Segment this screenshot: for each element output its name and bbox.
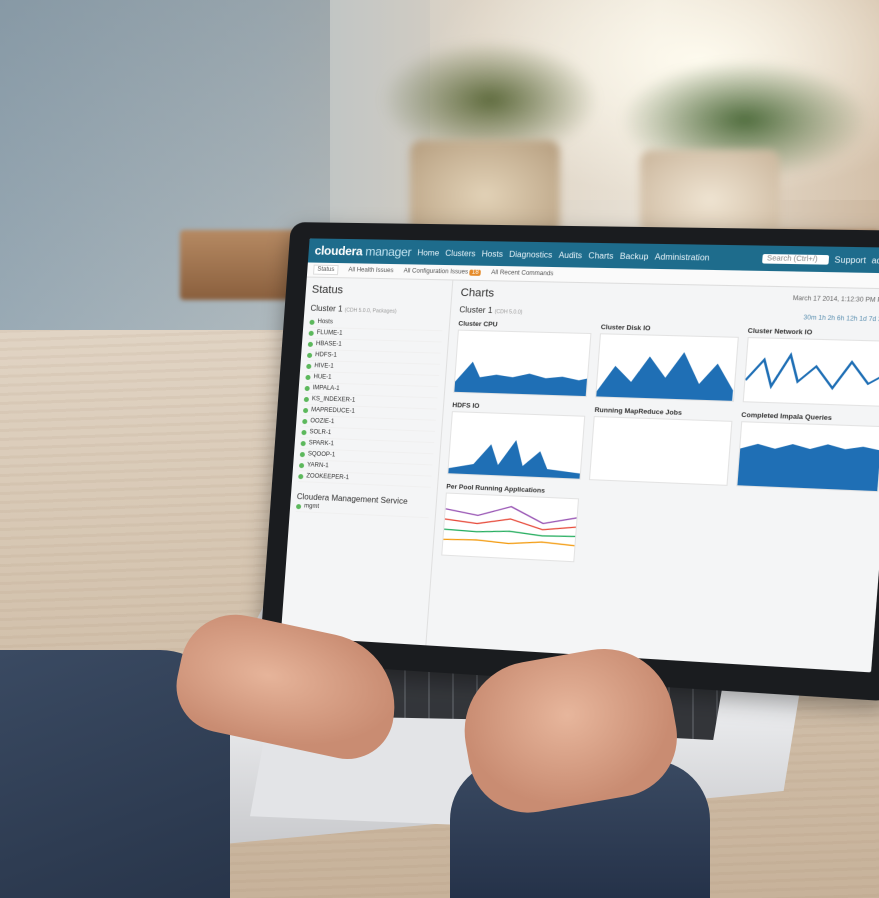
health-status-icon xyxy=(302,418,308,424)
service-name: HBASE-1 xyxy=(315,341,342,348)
chart-plot xyxy=(595,333,739,402)
chart-plot xyxy=(742,337,879,407)
service-name: OOZIE-1 xyxy=(310,418,335,426)
chart-card[interactable]: Cluster CPU xyxy=(453,320,592,398)
nav-audits[interactable]: Audits xyxy=(558,250,582,260)
laptop-screen: cloudera manager Home Clusters Hosts Dia… xyxy=(280,238,879,673)
nav-charts[interactable]: Charts xyxy=(588,251,614,261)
health-status-icon xyxy=(298,473,304,479)
photo-scene: cloudera manager Home Clusters Hosts Dia… xyxy=(0,0,879,898)
service-name: YARN-1 xyxy=(306,462,329,470)
chart-plot xyxy=(735,421,879,493)
user-menu[interactable]: admin xyxy=(871,255,879,265)
nav-diagnostics[interactable]: Diagnostics xyxy=(509,249,553,259)
service-name: HUE-1 xyxy=(313,374,332,381)
config-count-badge: 18 xyxy=(469,269,482,276)
chart-card[interactable]: Per Pool Running Applications xyxy=(441,483,579,563)
chart-plot xyxy=(441,492,579,563)
service-name: KS_INDEXER-1 xyxy=(311,396,356,404)
service-name: SQOOP-1 xyxy=(307,451,336,459)
health-status-icon xyxy=(308,330,314,336)
service-name: Hosts xyxy=(317,318,334,326)
health-status-icon xyxy=(299,451,306,457)
nav-right: Search (Ctrl+/) Support admin xyxy=(762,253,879,265)
health-status-icon xyxy=(303,396,310,402)
health-status-icon xyxy=(309,319,315,325)
chart-area xyxy=(454,361,589,397)
health-status-icon xyxy=(300,440,306,446)
chart-line xyxy=(745,354,879,390)
service-name: ZOOKEEPER-1 xyxy=(306,473,350,482)
chart-plot xyxy=(447,411,586,480)
chart-card[interactable]: Cluster Network IO xyxy=(742,328,879,407)
tab-config-issues[interactable]: All Configuration Issues 18 xyxy=(403,268,482,276)
chart-area xyxy=(737,441,879,492)
chart-line xyxy=(444,516,576,531)
service-list: Hosts FLUME-1 HBASE-1 HDFS-1 HIVE-1 HUE-1 IMPA… xyxy=(297,316,444,488)
charts-panel: Charts March 17 2014, 1:12:30 PM PDT 30m… xyxy=(426,280,879,672)
health-status-icon xyxy=(302,407,309,413)
chart-card[interactable]: Running MapReduce Jobs xyxy=(589,407,733,486)
tab-status[interactable]: Status xyxy=(312,264,339,276)
health-status-icon xyxy=(307,341,314,347)
nav-backup[interactable]: Backup xyxy=(620,251,649,261)
service-name: HDFS-1 xyxy=(314,352,337,359)
health-status-icon xyxy=(306,363,312,369)
laptop-lid: cloudera manager Home Clusters Hosts Dia… xyxy=(259,222,879,702)
chart-line xyxy=(443,537,575,546)
service-name: SOLR-1 xyxy=(309,429,332,437)
nav-hosts[interactable]: Hosts xyxy=(481,249,503,259)
health-status-icon xyxy=(306,352,313,358)
main-content: Status Cluster 1 (CDH 5.0.0, Packages) H… xyxy=(280,277,879,673)
status-panel: Status Cluster 1 (CDH 5.0.0, Packages) H… xyxy=(280,277,454,647)
cluster-name[interactable]: Cluster 1 (CDH 5.0.0, Packages) xyxy=(310,304,444,316)
health-status-icon xyxy=(305,374,311,380)
chart-grid: Cluster CPU Cluster Disk IO Cluster Networ… xyxy=(441,320,879,576)
brand-logo[interactable]: cloudera manager xyxy=(314,244,412,260)
tab-recent-commands[interactable]: All Recent Commands xyxy=(491,270,554,277)
chart-area xyxy=(596,349,737,401)
service-name: FLUME-1 xyxy=(316,330,343,337)
chart-plot xyxy=(453,329,592,398)
service-name: IMPALA-1 xyxy=(312,385,340,393)
service-name: HIVE-1 xyxy=(314,363,334,370)
chart-card[interactable]: HDFS IO xyxy=(447,402,586,480)
search-input[interactable]: Search (Ctrl+/) xyxy=(762,253,830,265)
chart-plot xyxy=(589,416,733,486)
health-status-icon xyxy=(298,462,305,468)
status-title: Status xyxy=(311,283,344,297)
chart-line xyxy=(444,528,576,537)
service-name: SPARK-1 xyxy=(308,440,335,448)
health-status-icon xyxy=(304,385,310,391)
nav-administration[interactable]: Administration xyxy=(654,252,709,262)
support-menu[interactable]: Support xyxy=(834,255,866,265)
chart-card[interactable]: Cluster Disk IO xyxy=(595,324,739,402)
service-name: MAPREDUCE-1 xyxy=(310,407,355,415)
chart-card[interactable]: Completed Impala Queries xyxy=(735,412,879,493)
chart-area xyxy=(448,437,583,479)
tab-health-issues[interactable]: All Health Issues xyxy=(348,267,394,274)
nav-home[interactable]: Home xyxy=(417,248,439,258)
nav-clusters[interactable]: Clusters xyxy=(445,248,476,258)
health-status-icon xyxy=(301,429,307,435)
